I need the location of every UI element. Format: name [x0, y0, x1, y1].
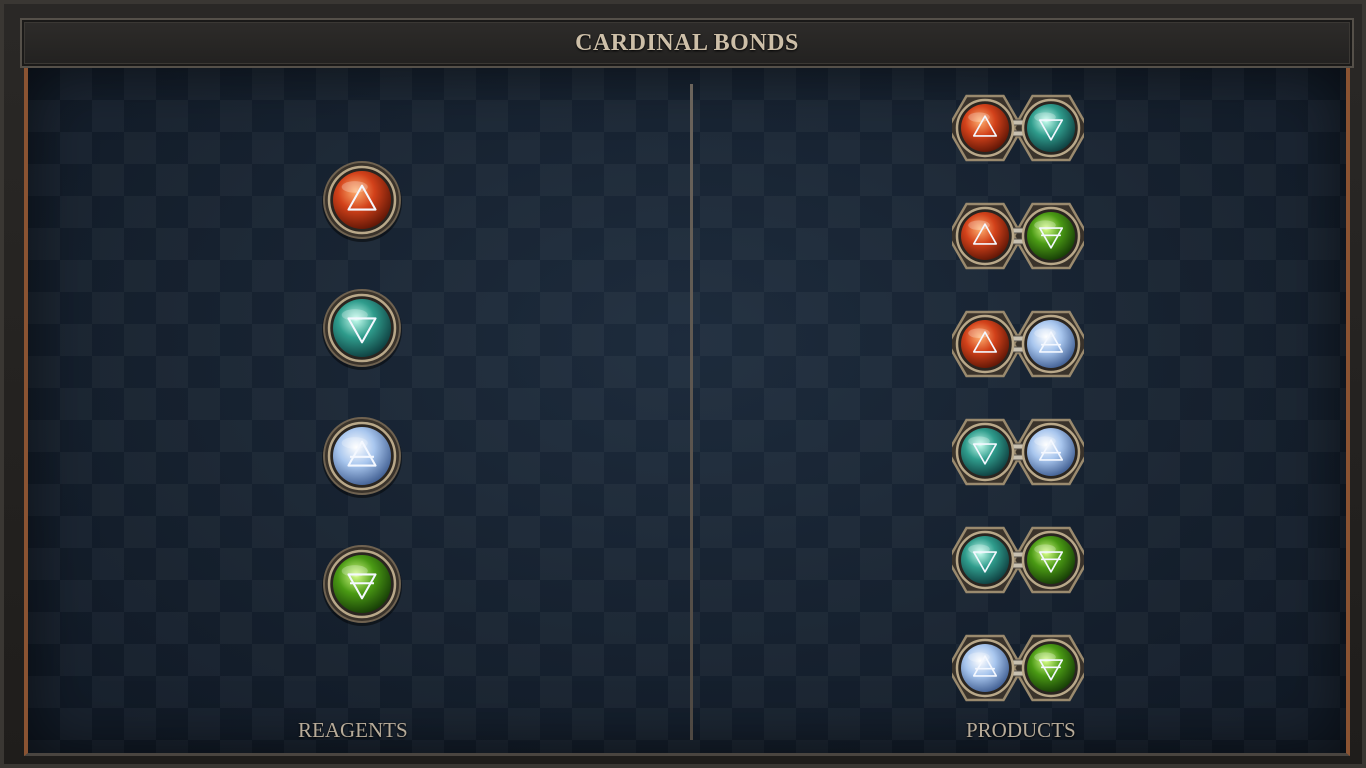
window-frame: CARDINAL BONDS REAGENTS PRODUCTS — [0, 0, 1366, 768]
products-label: PRODUCTS — [966, 718, 1076, 742]
column-divider — [690, 84, 693, 740]
page-title: CARDINAL BONDS — [575, 29, 799, 56]
bonds-panel: REAGENTS PRODUCTS — [24, 68, 1350, 756]
fire-triangle-icon — [322, 161, 402, 242]
product-bond-air-earth[interactable] — [952, 630, 1084, 706]
title-bar: CARDINAL BONDS — [20, 18, 1354, 68]
reagent-orb-fire[interactable] — [320, 158, 404, 242]
reagent-orb-water[interactable] — [320, 286, 404, 370]
air-triangle-icon — [322, 417, 402, 498]
product-bond-water-earth[interactable] — [952, 522, 1084, 598]
product-bond-water-air[interactable] — [952, 414, 1084, 490]
product-bond-fire-water[interactable] — [952, 90, 1084, 166]
reagent-orb-air[interactable] — [320, 414, 404, 498]
product-bond-fire-air[interactable] — [952, 306, 1084, 382]
reagents-label: REAGENTS — [298, 718, 408, 742]
earth-triangle-icon — [322, 545, 402, 626]
water-triangle-icon — [322, 289, 402, 370]
product-bond-fire-earth[interactable] — [952, 198, 1084, 274]
reagent-orb-earth[interactable] — [320, 542, 404, 626]
